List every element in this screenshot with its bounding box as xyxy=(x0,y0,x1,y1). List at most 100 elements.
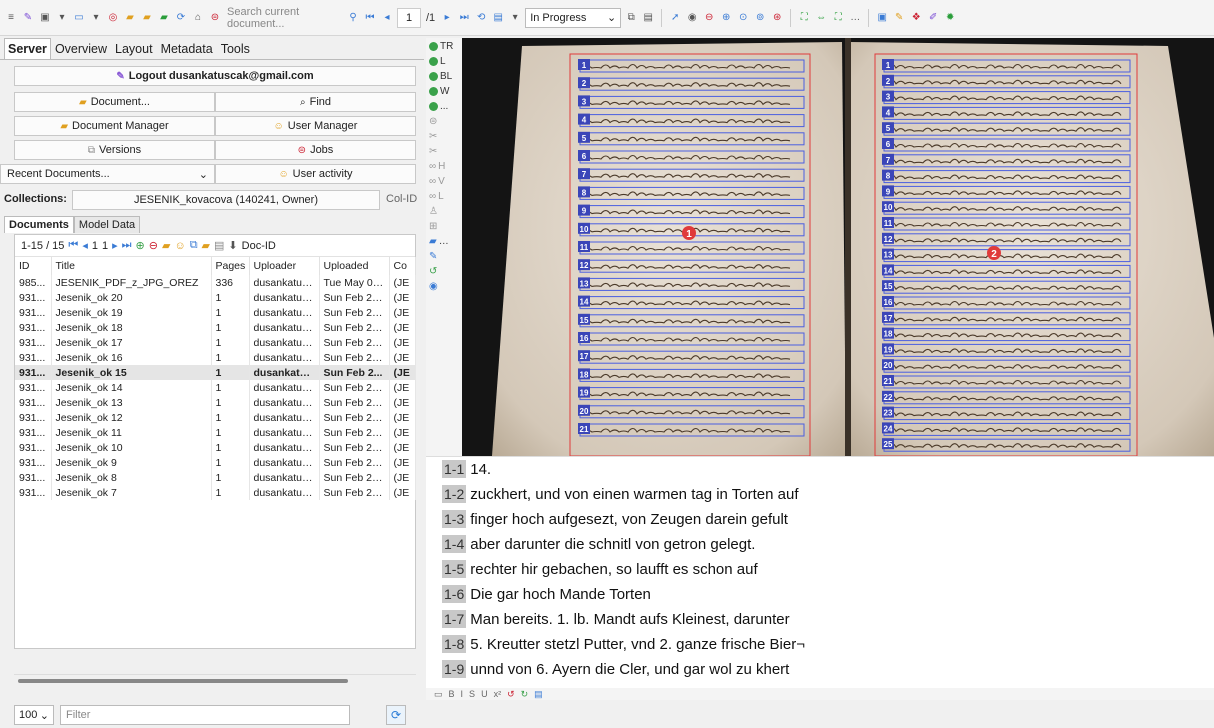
last-page-icon[interactable]: ⏭ xyxy=(122,239,132,252)
reload-icon[interactable]: ⟲ xyxy=(474,11,488,25)
tab-documents[interactable]: Documents xyxy=(4,216,74,233)
pointer-icon[interactable]: ➚ xyxy=(668,11,682,25)
export-icon[interactable]: ▤ xyxy=(214,239,224,252)
column-header-uploaded[interactable]: Uploaded xyxy=(319,257,390,275)
tab-tools[interactable]: Tools xyxy=(217,38,254,59)
expand-icon[interactable]: ⛶ xyxy=(831,11,845,25)
edit-icon[interactable]: ✐ xyxy=(926,11,940,25)
column-header-co[interactable]: Co xyxy=(389,257,416,275)
tool-bl[interactable]: BL xyxy=(429,69,462,83)
find-button[interactable]: ⌕ Find xyxy=(215,92,416,112)
folder-upload-icon[interactable]: ▰ xyxy=(157,11,171,25)
transcript-line[interactable]: 1-1 14. xyxy=(442,459,491,479)
export-folder-icon[interactable]: ▰ xyxy=(140,11,154,25)
chevron-down-icon[interactable]: ▾ xyxy=(89,11,103,25)
eye-icon[interactable]: ◉ xyxy=(685,11,699,25)
search-icon[interactable]: ⚲ xyxy=(346,11,360,25)
line-text[interactable]: aber darunter die schnitl von getron gel… xyxy=(470,536,755,553)
page-number-input[interactable]: 1 xyxy=(397,7,421,28)
tool-help[interactable]: ◉ xyxy=(429,279,462,293)
tool-tr[interactable]: TR xyxy=(429,39,462,53)
italic-icon[interactable]: I xyxy=(461,689,464,699)
first-page-icon[interactable]: ⏮ xyxy=(68,239,78,252)
width-arrows-icon[interactable]: ⇔ xyxy=(814,11,828,25)
layers-icon[interactable]: ❖ xyxy=(909,11,923,25)
tool-link-l[interactable]: ∞ L xyxy=(429,189,462,203)
tab-server[interactable]: Server xyxy=(4,38,51,59)
undo-icon[interactable]: ↺ xyxy=(507,689,515,700)
prev-page-icon[interactable]: ◂ xyxy=(82,239,88,252)
user-manager-button[interactable]: ☺ User Manager xyxy=(215,116,416,136)
transcript-line[interactable]: 1-4 aber darunter die schnitl von getron … xyxy=(442,534,755,554)
transcription-panel[interactable]: 1-1 14. 1-2 zuckhert, und von einen warmen … xyxy=(426,456,1214,688)
zoom-fit-icon[interactable]: ⊙ xyxy=(736,11,750,25)
clipboard-icon[interactable]: ▤ xyxy=(641,11,655,25)
table-row[interactable]: 931... Jesenik_ok 20 1 dusankatus... Sun Feb… xyxy=(15,290,416,305)
save-icon[interactable]: ▤ xyxy=(491,11,505,25)
line-text[interactable]: Die gar hoch Mande Torten xyxy=(470,586,651,603)
line-text[interactable]: unnd von 6. Ayern die Cler, und gar wol … xyxy=(470,661,789,678)
document-button[interactable]: ▰ Document... xyxy=(14,92,215,112)
table-row[interactable]: 931... Jesenik_ok 15 1 dusankatu... Sun Feb … xyxy=(15,365,416,380)
table-row[interactable]: 931... Jesenik_ok 11 1 dusankatus... Sun Feb… xyxy=(15,425,416,440)
document-image-canvas[interactable]: 1 2 3 4 5 6 7 8 9 10 11 12 13 14 15 16 17 18 19 20 21 123456… xyxy=(462,38,1214,456)
zoom-height-icon[interactable]: ⊛ xyxy=(770,11,784,25)
folder-icon[interactable]: ▰ xyxy=(162,239,170,252)
versions-button[interactable]: ⧉ Versions xyxy=(14,140,215,160)
zoom-in-icon[interactable]: ⊕ xyxy=(719,11,733,25)
table-row[interactable]: 931... Jesenik_ok 19 1 dusankatus... Sun Feb… xyxy=(15,305,416,320)
table-row[interactable]: 931... Jesenik_ok 13 1 dusankatus... Sun Feb… xyxy=(15,395,416,410)
column-header-pages[interactable]: Pages xyxy=(211,257,250,275)
transcript-line[interactable]: 1-6 Die gar hoch Mande Torten xyxy=(442,584,651,604)
table-row[interactable]: 931... Jesenik_ok 17 1 dusankatus... Sun Feb… xyxy=(15,335,416,350)
refresh-button[interactable]: ⟳ xyxy=(386,705,406,725)
tool-pen[interactable]: ✎ xyxy=(429,249,462,263)
tool-w[interactable]: W xyxy=(429,84,462,98)
table-row[interactable]: 931... Jesenik_ok 7 1 dusankatus... Sun Feb … xyxy=(15,485,416,500)
tool-more[interactable]: ... xyxy=(429,99,462,113)
tool-l[interactable]: L xyxy=(429,54,462,68)
transcript-line[interactable]: 1-3 finger hoch aufgesezt, von Zeugen dar… xyxy=(442,509,788,529)
tool-shape[interactable]: ▰… xyxy=(429,234,462,248)
zoom-width-icon[interactable]: ⊚ xyxy=(753,11,767,25)
doc-page-input[interactable]: 1 xyxy=(92,240,98,252)
status-select[interactable]: In Progress ⌄ xyxy=(525,7,622,28)
superscript-icon[interactable]: x² xyxy=(494,689,502,699)
remove-icon[interactable]: ⊖ xyxy=(149,239,158,252)
recent-documents-select[interactable]: Recent Documents... ⌄ xyxy=(0,164,215,184)
tool-grid[interactable]: ⊞ xyxy=(429,219,462,233)
line-text[interactable]: 14. xyxy=(470,461,491,478)
redo-icon[interactable]: ↻ xyxy=(521,689,529,700)
tab-metadata[interactable]: Metadata xyxy=(157,38,217,59)
bold-icon[interactable]: B xyxy=(449,689,455,699)
screen-icon[interactable]: ▣ xyxy=(875,11,889,25)
col-id-label[interactable]: Col-ID xyxy=(386,193,417,205)
chevron-down-icon[interactable]: ▾ xyxy=(508,11,522,25)
import-icon[interactable]: ▭ xyxy=(72,11,86,25)
search-input[interactable]: Search current document... xyxy=(225,6,343,30)
next-page-icon[interactable]: ▸ xyxy=(112,239,118,252)
sync-icon[interactable]: ⟳ xyxy=(174,11,188,25)
next-page-icon[interactable]: ▸ xyxy=(440,11,454,25)
tool-cut[interactable]: ✂ xyxy=(429,144,462,158)
user-icon[interactable]: ☺ xyxy=(174,240,185,252)
tool-v[interactable]: ∞ V xyxy=(429,174,462,188)
zoom-out-icon[interactable]: ⊖ xyxy=(702,11,716,25)
tool-h[interactable]: ∞ H xyxy=(429,159,462,173)
menu-icon[interactable]: ≡ xyxy=(4,11,18,25)
download-icon[interactable]: ⬇ xyxy=(228,239,237,252)
strike-icon[interactable]: S xyxy=(469,689,475,699)
transcript-line[interactable]: 1-2 zuckhert, und von einen warmen tag in… xyxy=(442,484,799,504)
format-icon[interactable]: ▭ xyxy=(434,689,443,700)
tool-person[interactable]: ♙ xyxy=(429,204,462,218)
line-text[interactable]: zuckhert, und von einen warmen tag in To… xyxy=(470,486,798,503)
folder-edit-icon[interactable]: ▰ xyxy=(202,239,210,252)
prev-page-icon[interactable]: ◂ xyxy=(380,11,394,25)
underline-icon[interactable]: U xyxy=(481,689,488,699)
export-icon[interactable]: ▤ xyxy=(534,689,543,700)
settings-icon[interactable]: ✹ xyxy=(943,11,957,25)
user-activity-button[interactable]: ☺ User activity xyxy=(215,164,416,184)
transcript-line[interactable]: 1-5 rechter hir gebachen, so laufft es sc… xyxy=(442,559,758,579)
table-row[interactable]: 931... Jesenik_ok 10 1 dusankatus... Sun Feb… xyxy=(15,440,416,455)
tab-overview[interactable]: Overview xyxy=(51,38,111,59)
